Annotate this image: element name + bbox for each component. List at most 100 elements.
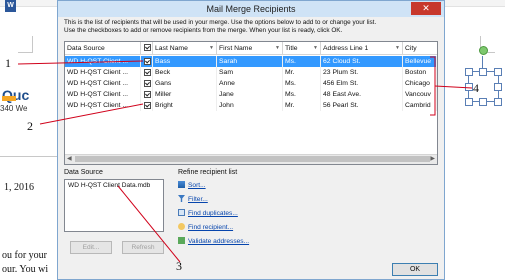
chevron-down-icon[interactable]: ▼ [395, 42, 400, 54]
column-header-title[interactable]: Title ▼ [283, 42, 321, 55]
chevron-down-icon[interactable]: ▼ [313, 42, 318, 54]
chevron-down-icon[interactable]: ▼ [275, 42, 280, 54]
column-header-city[interactable]: City [403, 42, 437, 55]
cell-address: 456 Elm St. [321, 78, 403, 89]
cell-address: 56 Pearl St. [321, 100, 403, 111]
logo-accent [2, 96, 16, 101]
cell-first-name: John [217, 100, 283, 111]
table-row[interactable]: WD H-QST Client ... Miller Jane Ms. 48 E… [65, 89, 437, 100]
selected-shape[interactable] [465, 46, 502, 108]
chevron-down-icon[interactable]: ▼ [209, 42, 214, 54]
cell-first-name: Anne [217, 78, 283, 89]
ok-button[interactable]: OK [392, 263, 438, 276]
find-duplicates-link[interactable]: Find duplicates... [178, 209, 238, 217]
sort-link[interactable]: Sort... [178, 181, 206, 189]
dialog-title: Mail Merge Recipients [206, 4, 296, 14]
cell-data-source: WD H-QST Client ... [65, 89, 141, 100]
cell-last-name: Beck [153, 67, 217, 78]
cell-address: 48 East Ave. [321, 89, 403, 100]
filter-icon [178, 195, 185, 202]
callout-label-3: 3 [176, 259, 182, 273]
resize-handle[interactable] [465, 98, 473, 106]
edit-button[interactable]: Edit... [70, 241, 112, 254]
scroll-left-icon[interactable]: ◀ [67, 155, 72, 164]
company-address: 340 We [0, 104, 28, 113]
table-row[interactable]: WD H-QST Client ... Bright John Mr. 56 P… [65, 100, 437, 111]
intro-line: Use the checkboxes to add or remove reci… [64, 27, 343, 34]
scroll-thumb[interactable] [75, 156, 430, 162]
recipient-checkbox[interactable] [141, 67, 153, 78]
resize-handle[interactable] [494, 98, 502, 106]
resize-handle[interactable] [479, 68, 487, 76]
column-header-address[interactable]: Address Line 1 ▼ [321, 42, 403, 55]
resize-handle[interactable] [494, 83, 502, 91]
cell-last-name: Miller [153, 89, 217, 100]
resize-handle[interactable] [465, 68, 473, 76]
cell-title: Ms. [283, 89, 321, 100]
recipient-checkbox[interactable] [141, 56, 153, 67]
link-label: Filter... [188, 196, 208, 203]
column-header-first-name[interactable]: First Name ▼ [217, 42, 283, 55]
find-recipient-link[interactable]: Find recipient... [178, 223, 233, 231]
cell-last-name: Bass [153, 56, 217, 67]
checkbox[interactable] [144, 80, 151, 87]
refresh-button[interactable]: Refresh [122, 241, 164, 254]
data-source-list[interactable]: WD H-QST Client Data.mdb [64, 179, 164, 232]
resize-handle[interactable] [479, 98, 487, 106]
resize-handle[interactable] [494, 68, 502, 76]
checkbox[interactable] [144, 91, 151, 98]
recipient-grid[interactable]: Data Source Last Name ▼ First Name ▼ Title… [64, 41, 438, 165]
horizontal-scrollbar[interactable]: ◀ ▶ [65, 154, 437, 164]
cell-data-source: WD H-QST Client ... [65, 56, 141, 67]
cell-data-source: WD H-QST Client ... [65, 78, 141, 89]
cell-first-name: Jane [217, 89, 283, 100]
table-row[interactable]: WD H-QST Client ... Beck Sam Mr. 23 Plum… [65, 67, 437, 78]
column-header-data-source[interactable]: Data Source [65, 42, 141, 55]
column-header-label: Address Line 1 [323, 45, 369, 52]
data-source-item[interactable]: WD H-QST Client Data.mdb [68, 182, 150, 189]
callout-label-1: 1 [5, 56, 11, 70]
link-label: Find duplicates... [188, 210, 238, 217]
cell-address: 62 Cloud St. [321, 56, 403, 67]
rotation-connector [482, 56, 483, 68]
cell-title: Ms. [283, 56, 321, 67]
column-header-label: City [405, 45, 417, 52]
callout-label-2: 2 [27, 119, 33, 133]
recipient-checkbox[interactable] [141, 89, 153, 100]
validate-addresses-link[interactable]: Validate addresses... [178, 237, 249, 245]
letter-date: 1, 2016 [4, 182, 34, 193]
table-row[interactable]: WD H-QST Client ... Bass Sarah Ms. 62 Cl… [65, 56, 437, 67]
cell-data-source: WD H-QST Client ... [65, 67, 141, 78]
checkbox[interactable] [144, 58, 151, 65]
sort-icon [178, 181, 185, 188]
column-header-label: Title [285, 45, 298, 52]
recipient-checkbox[interactable] [141, 78, 153, 89]
checkbox[interactable] [144, 102, 151, 109]
column-header-last-name[interactable]: Last Name ▼ [153, 42, 217, 55]
letter-body-line: our. You wi [2, 264, 49, 275]
column-header-checkbox[interactable] [141, 42, 153, 55]
cell-address: 23 Plum St. [321, 67, 403, 78]
mail-merge-recipients-dialog: Mail Merge Recipients ✕ This is the list… [57, 0, 445, 280]
margin-guide [18, 36, 33, 53]
cell-title: Ms. [283, 78, 321, 89]
cell-city: Chicago [403, 78, 437, 89]
filter-link[interactable]: Filter... [178, 195, 208, 203]
intro-text: This is the list of recipients that will… [64, 19, 442, 35]
cell-city: Bellevue [403, 56, 437, 67]
letter-body-line: ou for your [2, 250, 47, 261]
close-button[interactable]: ✕ [411, 2, 441, 15]
cell-title: Mr. [283, 67, 321, 78]
scroll-right-icon[interactable]: ▶ [430, 155, 435, 164]
cell-data-source: WD H-QST Client ... [65, 100, 141, 111]
select-all-checkbox[interactable] [144, 44, 151, 51]
table-row[interactable]: WD H-QST Client ... Gans Anne Ms. 456 El… [65, 78, 437, 89]
resize-handle[interactable] [465, 83, 473, 91]
recipient-checkbox[interactable] [141, 100, 153, 111]
rotation-handle[interactable] [479, 46, 488, 55]
cell-city: Boston [403, 67, 437, 78]
link-label: Validate addresses... [188, 238, 250, 245]
cell-last-name: Bright [153, 100, 217, 111]
find-recipient-icon [178, 223, 185, 230]
checkbox[interactable] [144, 69, 151, 76]
